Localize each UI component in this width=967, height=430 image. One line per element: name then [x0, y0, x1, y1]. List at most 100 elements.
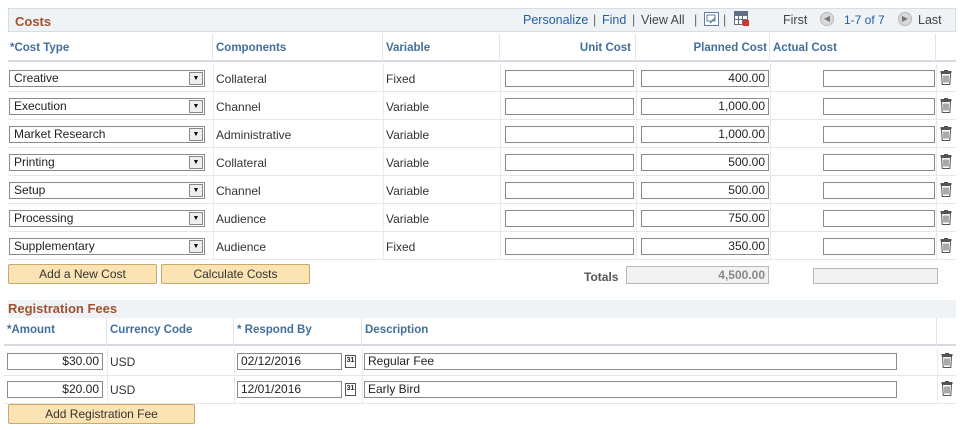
- delete-row-icon[interactable]: [940, 182, 952, 197]
- currency-code-header[interactable]: Currency Code: [107, 318, 234, 346]
- amount-input[interactable]: $20.00: [7, 381, 103, 398]
- variable-header[interactable]: Variable: [383, 34, 500, 62]
- planned-cost-input[interactable]: 500.00: [641, 182, 769, 199]
- column-divider: [500, 120, 501, 148]
- planned-cost-input[interactable]: 400.00: [641, 70, 769, 87]
- chevron-down-icon[interactable]: ▼: [189, 212, 203, 225]
- view-all-link[interactable]: View All: [641, 13, 685, 27]
- calendar-icon[interactable]: 31: [345, 383, 356, 396]
- unit-cost-input[interactable]: [505, 238, 634, 255]
- chevron-down-icon[interactable]: ▼: [189, 128, 203, 141]
- total-actual-cost: [813, 268, 938, 284]
- component-value: Collateral: [216, 156, 267, 170]
- planned-cost-input[interactable]: 1,000.00: [641, 98, 769, 115]
- planned-cost-input[interactable]: 350.00: [641, 238, 769, 255]
- zoom-grid-icon[interactable]: [704, 12, 719, 26]
- delete-row-icon[interactable]: [940, 238, 952, 253]
- delete-row-icon[interactable]: [941, 381, 953, 396]
- actual-cost-input[interactable]: [823, 182, 935, 199]
- costs-grid-header: [8, 8, 956, 32]
- column-divider: [770, 92, 771, 120]
- column-divider: [213, 176, 214, 204]
- column-divider: [936, 120, 937, 148]
- column-divider: [107, 348, 108, 376]
- respond-by-input[interactable]: 02/12/2016: [237, 353, 342, 370]
- column-divider: [362, 348, 363, 376]
- cost-type-select[interactable]: Creative ▼: [9, 70, 205, 87]
- calculate-costs-button[interactable]: Calculate Costs: [161, 264, 310, 284]
- components-header[interactable]: Components: [213, 34, 383, 62]
- unit-cost-input[interactable]: [505, 154, 634, 171]
- description-input[interactable]: Early Bird: [364, 381, 897, 398]
- chevron-down-icon[interactable]: ▼: [189, 100, 203, 113]
- planned-cost-header[interactable]: Planned Cost: [636, 34, 770, 62]
- delete-row-icon[interactable]: [941, 353, 953, 368]
- chevron-down-icon[interactable]: ▼: [189, 72, 203, 85]
- add-new-cost-button[interactable]: Add a New Cost: [8, 264, 157, 284]
- amount-header[interactable]: *Amount: [4, 318, 107, 346]
- cost-type-select[interactable]: Printing ▼: [9, 154, 205, 171]
- actual-cost-input[interactable]: [823, 154, 935, 171]
- planned-cost-input[interactable]: 1,000.00: [641, 126, 769, 143]
- planned-cost-input[interactable]: 500.00: [641, 154, 769, 171]
- previous-page-icon[interactable]: ◀: [820, 12, 834, 26]
- unit-cost-input[interactable]: [505, 182, 634, 199]
- cost-type-select[interactable]: Market Research ▼: [9, 126, 205, 143]
- description-header[interactable]: Description: [362, 318, 937, 346]
- delete-row-icon[interactable]: [940, 210, 952, 225]
- page-range: 1-7 of 7: [844, 13, 885, 27]
- column-divider: [107, 376, 108, 404]
- component-value: Collateral: [216, 72, 267, 86]
- download-spreadsheet-icon[interactable]: [734, 11, 750, 27]
- column-divider: [636, 92, 637, 120]
- cost-type-header[interactable]: *Cost Type: [8, 34, 213, 62]
- column-divider: [636, 148, 637, 176]
- unit-cost-input[interactable]: [505, 98, 634, 115]
- column-divider: [636, 64, 637, 92]
- cost-type-select[interactable]: Supplementary ▼: [9, 238, 205, 255]
- cost-type-value: Setup: [14, 183, 46, 197]
- respond-by-input[interactable]: 12/01/2016: [237, 381, 342, 398]
- column-divider: [234, 376, 235, 404]
- actual-cost-input[interactable]: [823, 210, 935, 227]
- unit-cost-input[interactable]: [505, 70, 634, 87]
- cost-type-select[interactable]: Setup ▼: [9, 182, 205, 199]
- first-label: First: [783, 13, 808, 27]
- delete-row-icon[interactable]: [940, 154, 952, 169]
- planned-cost-input[interactable]: 750.00: [641, 210, 769, 227]
- cost-type-select[interactable]: Execution ▼: [9, 98, 205, 115]
- delete-row-icon[interactable]: [940, 98, 952, 113]
- actual-cost-input[interactable]: [823, 98, 935, 115]
- actual-cost-header[interactable]: Actual Cost: [770, 34, 936, 62]
- actual-cost-input[interactable]: [823, 126, 935, 143]
- chevron-down-icon[interactable]: ▼: [189, 240, 203, 253]
- cost-type-value: Supplementary: [14, 239, 95, 253]
- personalize-link[interactable]: Personalize: [523, 13, 588, 27]
- column-divider: [636, 204, 637, 232]
- actual-cost-input[interactable]: [823, 238, 935, 255]
- next-page-icon[interactable]: ▶: [898, 12, 912, 26]
- chevron-down-icon[interactable]: ▼: [189, 156, 203, 169]
- delete-row-icon[interactable]: [940, 126, 952, 141]
- column-divider: [213, 232, 214, 260]
- column-divider: [936, 64, 937, 92]
- unit-cost-input[interactable]: [505, 210, 634, 227]
- chevron-down-icon[interactable]: ▼: [189, 184, 203, 197]
- actual-cost-input[interactable]: [823, 70, 935, 87]
- find-link[interactable]: Find: [602, 13, 626, 27]
- calendar-icon[interactable]: 31: [345, 355, 356, 368]
- column-divider: [636, 120, 637, 148]
- amount-input[interactable]: $30.00: [7, 353, 103, 370]
- costs-title: Costs: [15, 14, 52, 29]
- unit-cost-input[interactable]: [505, 126, 634, 143]
- column-divider: [213, 92, 214, 120]
- column-divider: [500, 64, 501, 92]
- column-divider: [213, 120, 214, 148]
- add-registration-fee-button[interactable]: Add Registration Fee: [8, 404, 195, 424]
- unit-cost-header[interactable]: Unit Cost: [500, 34, 636, 62]
- delete-row-icon[interactable]: [940, 70, 952, 85]
- cost-type-select[interactable]: Processing ▼: [9, 210, 205, 227]
- respond-by-header[interactable]: * Respond By: [234, 318, 362, 346]
- column-divider: [213, 148, 214, 176]
- description-input[interactable]: Regular Fee: [364, 353, 897, 370]
